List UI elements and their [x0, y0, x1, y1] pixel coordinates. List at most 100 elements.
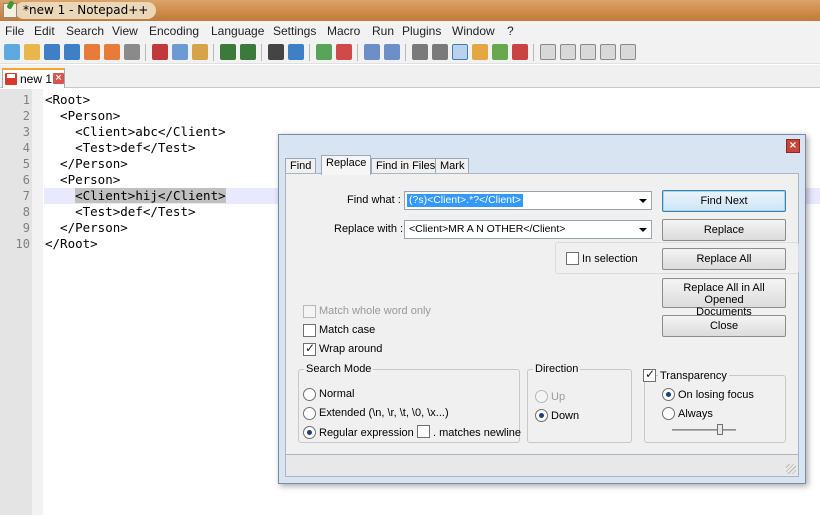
radio-selected-dot [666, 392, 671, 397]
close-all-icon[interactable] [104, 44, 120, 60]
function-list-icon[interactable] [492, 44, 508, 60]
transparency-checkbox[interactable]: ✓ [643, 367, 656, 382]
tab-strip: new 1 × [0, 65, 820, 88]
line-number: 3 [22, 125, 30, 139]
chevron-down-icon[interactable] [639, 228, 647, 232]
code-line-current: <Client>hij</Client> [45, 188, 226, 204]
line-number: 1 [22, 93, 30, 107]
code-line: </Root> [45, 236, 98, 251]
line-number: 4 [22, 141, 30, 155]
save-all-icon[interactable] [64, 44, 80, 60]
toolbar-separator [357, 44, 358, 61]
copy-icon[interactable] [172, 44, 188, 60]
direction-down-label: Down [551, 410, 580, 422]
sync-vertical-icon[interactable] [364, 44, 380, 60]
replace-all-button[interactable]: Replace All [662, 248, 786, 270]
transparency-slider-track[interactable] [672, 429, 736, 431]
close-icon[interactable]: × [53, 73, 64, 84]
replace-button[interactable]: Replace [662, 219, 786, 241]
sync-horizontal-icon[interactable] [384, 44, 400, 60]
menu-settings[interactable]: Settings [273, 24, 316, 38]
cut-icon[interactable] [152, 44, 168, 60]
menu-file[interactable]: File [5, 24, 24, 38]
menu-window[interactable]: Window [452, 24, 495, 38]
play-macro-icon[interactable] [580, 44, 596, 60]
open-file-icon[interactable] [24, 44, 40, 60]
transparency-slider-thumb[interactable] [717, 424, 723, 435]
transparency-always-radio[interactable] [662, 407, 675, 420]
toolbar [0, 40, 820, 64]
find-what-combo[interactable]: (?s)<Client>.*?</Client> [404, 191, 652, 210]
folder-workspace-icon[interactable] [512, 44, 528, 60]
search-mode-regex-radio[interactable] [303, 426, 316, 439]
wrap-around-label: Wrap around [319, 343, 383, 355]
direction-down-radio[interactable] [535, 409, 548, 422]
new-file-icon[interactable] [4, 44, 20, 60]
title-bar: *new 1 - Notepad++ [0, 0, 820, 21]
dialog-close-icon[interactable]: × [786, 139, 800, 153]
code-line: <Person> [45, 172, 121, 187]
menu-edit[interactable]: Edit [34, 24, 55, 38]
replace-with-combo[interactable]: <Client>MR A N OTHER</Client> [404, 220, 652, 239]
radio-selected-dot [307, 430, 312, 435]
close-button[interactable]: Close [662, 315, 786, 337]
menu-macro[interactable]: Macro [327, 24, 360, 38]
find-next-button[interactable]: Find Next [662, 190, 786, 212]
match-case-checkbox[interactable] [303, 324, 316, 337]
tab-new-1[interactable]: new 1 × [2, 68, 65, 88]
replace-all-opened-button[interactable]: Replace All in All Opened Documents [662, 278, 786, 318]
dot-matches-newline-checkbox[interactable] [417, 425, 430, 438]
transparency-label: Transparency [658, 370, 729, 382]
fold-margin[interactable] [32, 89, 43, 515]
record-macro-icon[interactable] [540, 44, 556, 60]
print-icon[interactable] [124, 44, 140, 60]
paste-icon[interactable] [192, 44, 208, 60]
code-line: </Person> [45, 156, 128, 171]
find-replace-icon[interactable] [288, 44, 304, 60]
in-selection-checkbox[interactable] [566, 252, 579, 265]
menu-search[interactable]: Search [66, 24, 104, 38]
window-title: *new 1 - Notepad++ [15, 2, 157, 19]
radio-selected-dot [539, 413, 544, 418]
wrap-around-checkbox[interactable]: ✓ [303, 341, 316, 356]
dot-matches-newline-label: . matches newline [433, 427, 522, 439]
code-line: <Root> [45, 92, 91, 107]
word-wrap-icon[interactable] [412, 44, 428, 60]
search-mode-extended-radio[interactable] [303, 407, 316, 420]
menu-plugins[interactable]: Plugins [402, 24, 441, 38]
line-number: 2 [22, 109, 30, 123]
zoom-out-icon[interactable] [336, 44, 352, 60]
save-macro-icon[interactable] [620, 44, 636, 60]
chevron-down-icon[interactable] [639, 199, 647, 203]
stop-macro-icon[interactable] [560, 44, 576, 60]
doc-map-icon[interactable] [472, 44, 488, 60]
save-icon[interactable] [44, 44, 60, 60]
run-macro-multiple-icon[interactable] [600, 44, 616, 60]
menu-language[interactable]: Language [211, 24, 264, 38]
resize-grip-icon[interactable] [786, 464, 796, 474]
close-file-icon[interactable] [84, 44, 100, 60]
dialog-status-bar [285, 455, 799, 477]
direction-up-radio[interactable] [535, 390, 548, 403]
match-whole-word-checkbox[interactable] [303, 305, 316, 318]
direction-title: Direction [533, 363, 581, 375]
redo-icon[interactable] [240, 44, 256, 60]
notepad-app-icon[interactable] [3, 3, 17, 18]
show-all-chars-icon[interactable] [432, 44, 448, 60]
indent-guide-icon[interactable] [452, 44, 468, 60]
replace-all-opened-line1: Replace All in All Opened [683, 282, 765, 306]
tab-label: new 1 [20, 72, 53, 86]
undo-icon[interactable] [220, 44, 236, 60]
zoom-in-icon[interactable] [316, 44, 332, 60]
tab-replace[interactable]: Replace [321, 155, 372, 175]
search-mode-normal-radio[interactable] [303, 388, 316, 401]
find-icon[interactable] [268, 44, 284, 60]
checkmark-icon: ✓ [304, 341, 316, 355]
menu-run[interactable]: Run [372, 24, 394, 38]
menu-help[interactable]: ? [507, 24, 514, 38]
menu-view[interactable]: View [112, 24, 138, 38]
menu-encoding[interactable]: Encoding [149, 24, 199, 38]
transparency-on-losing-focus-radio[interactable] [662, 388, 675, 401]
search-mode-title: Search Mode [304, 363, 374, 375]
